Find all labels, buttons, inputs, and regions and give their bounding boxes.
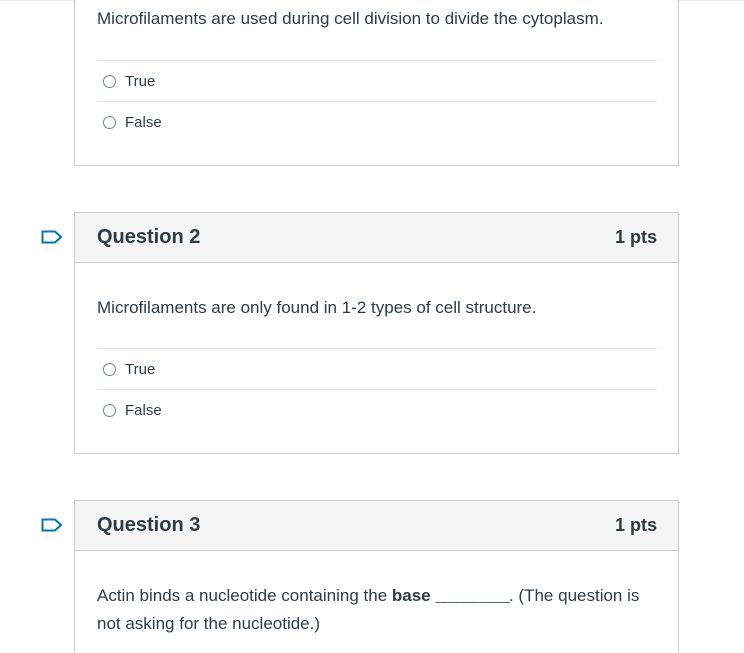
question-card-1: Microfilaments are used during cell divi… <box>74 0 679 166</box>
question-points: 1 pts <box>614 227 657 247</box>
question-card-3: Question 3 1 pts Actin binds a nucleotid… <box>74 500 679 653</box>
question-header: Question 2 1 pts <box>75 213 678 263</box>
question-title: Question 2 <box>97 226 201 248</box>
question-text-part: Actin binds a nucleotide containing the <box>97 586 392 605</box>
fill-in-blank: ________ <box>435 588 510 607</box>
answer-option-true[interactable]: True <box>97 60 657 101</box>
answer-option-false[interactable]: False <box>97 389 657 430</box>
question-points: 1 pts <box>614 515 657 535</box>
radio-empty-icon[interactable] <box>103 74 116 88</box>
quiz-page: Microfilaments are used during cell divi… <box>0 0 744 653</box>
answer-list: True False <box>97 60 657 142</box>
question-header: Question 3 1 pts <box>75 501 678 551</box>
question-text: Actin binds a nucleotide containing the … <box>97 583 657 637</box>
flag-bookmark-icon[interactable] <box>41 518 63 532</box>
answer-label: True <box>125 360 156 378</box>
answer-list: True False <box>97 348 657 430</box>
answer-option-false[interactable]: False <box>97 101 657 142</box>
answer-label: True <box>125 72 156 90</box>
question-title: Question 3 <box>97 514 201 536</box>
radio-empty-icon[interactable] <box>103 115 116 129</box>
radio-empty-icon[interactable] <box>103 403 116 417</box>
answer-option-true[interactable]: True <box>97 348 657 389</box>
question-card-2: Question 2 1 pts Microfilaments are only… <box>74 212 679 454</box>
answer-label: False <box>125 401 162 419</box>
flag-bookmark-icon[interactable] <box>41 230 63 244</box>
radio-empty-icon[interactable] <box>103 362 116 376</box>
question-text: Microfilaments are used during cell divi… <box>97 9 604 28</box>
question-text-bold: base <box>391 586 431 605</box>
answer-label: False <box>125 113 162 131</box>
question-text: Microfilaments are only found in 1-2 typ… <box>97 298 537 317</box>
